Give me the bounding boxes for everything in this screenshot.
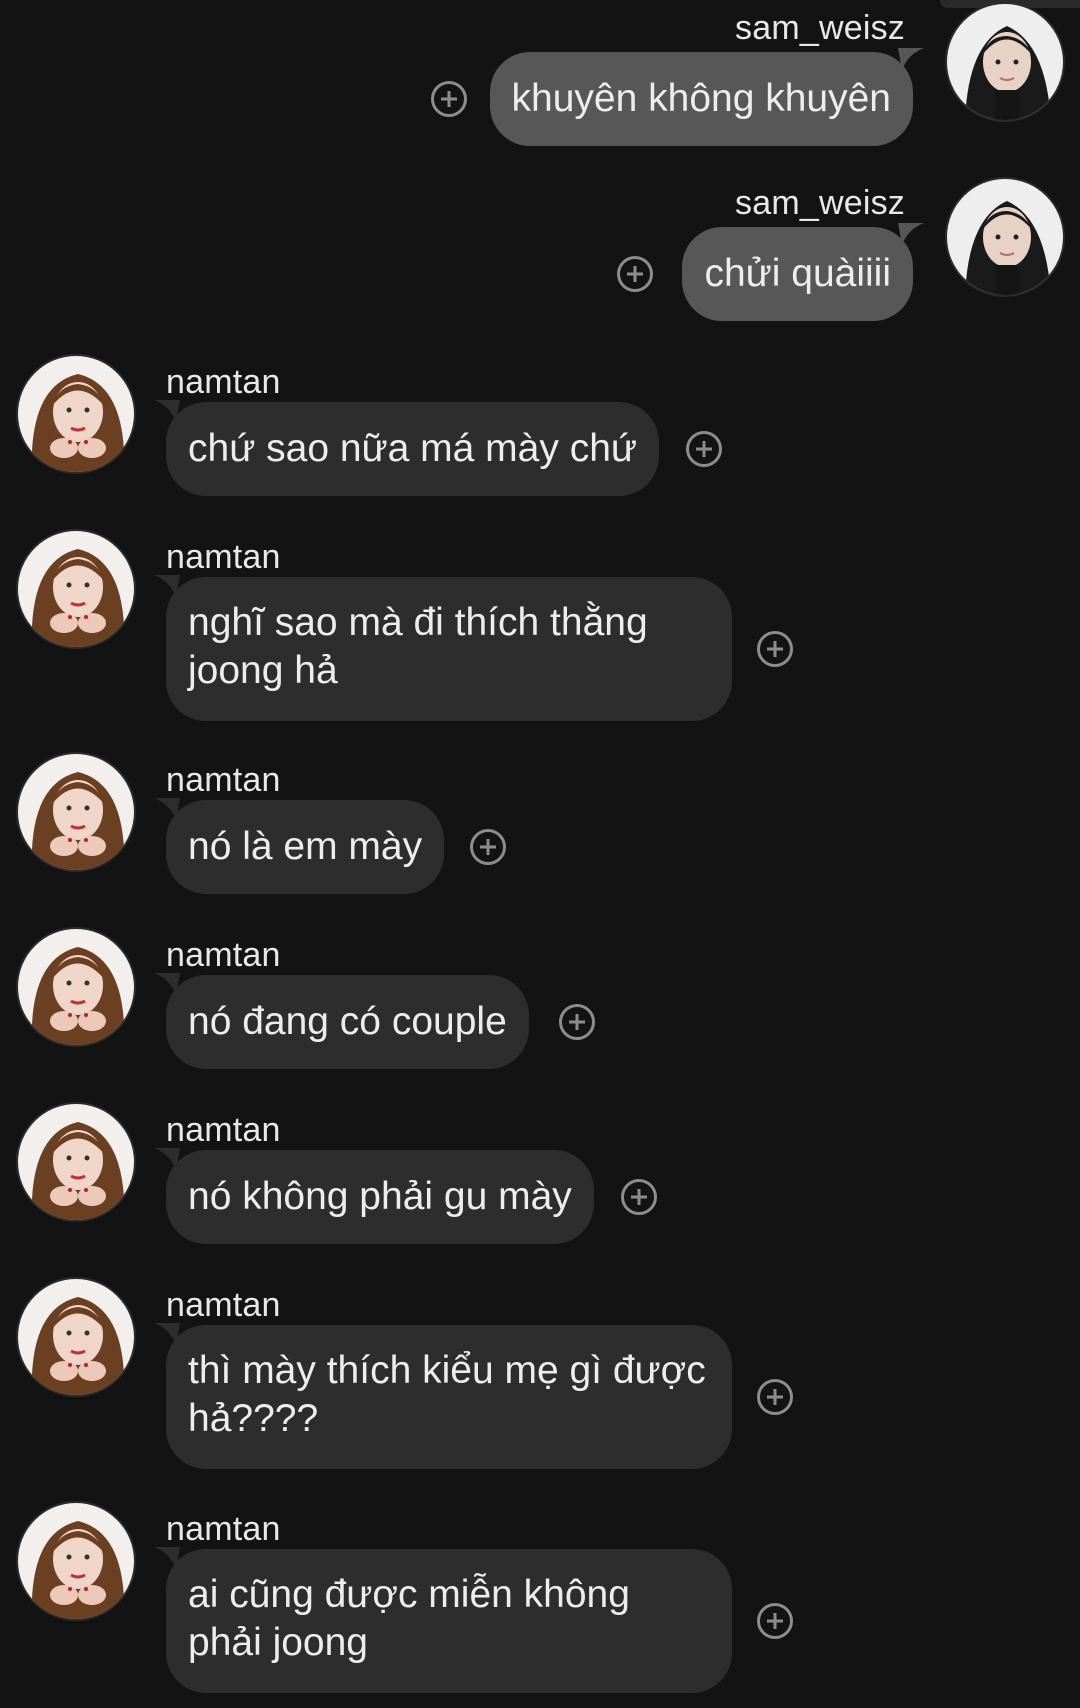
message-text-line-2: phải joong xyxy=(188,1621,368,1664)
avatar-namtan[interactable] xyxy=(16,354,136,474)
avatar-namtan[interactable] xyxy=(16,1501,136,1621)
add-reaction-icon[interactable] xyxy=(757,1379,793,1415)
sender-name: namtan xyxy=(166,1111,281,1149)
message-sam-2: sam_weisz chửi quàiiii xyxy=(0,175,1080,325)
message-text: nó đang có couple xyxy=(188,1000,507,1043)
message-namtan-5: namtan nó không phải gu mày xyxy=(0,1098,1080,1248)
sender-name: namtan xyxy=(166,1510,281,1548)
message-bubble[interactable]: chửi quàiiii xyxy=(682,227,913,321)
message-text: chửi quàiiii xyxy=(704,252,891,295)
message-namtan-7: namtan ai cũng được miễn không phải joon… xyxy=(0,1497,1080,1702)
message-bubble[interactable]: nghĩ sao mà đi thích thằng joong hả xyxy=(166,577,732,721)
message-namtan-2: namtan nghĩ sao mà đi thích thằng joong … xyxy=(0,525,1080,725)
sender-name: sam_weisz xyxy=(735,184,905,222)
message-bubble[interactable]: thì mày thích kiểu mẹ gì được hả???? xyxy=(166,1325,732,1469)
message-text-line-1: thì mày thích kiểu mẹ gì được xyxy=(188,1349,706,1392)
message-bubble[interactable]: nó đang có couple xyxy=(166,975,529,1069)
message-bubble[interactable]: nó không phải gu mày xyxy=(166,1150,594,1244)
message-text-line-2: hả???? xyxy=(188,1397,319,1440)
message-sam-1: sam_weisz khuyên không khuyên xyxy=(0,0,1080,150)
add-reaction-icon[interactable] xyxy=(470,829,506,865)
message-text: nó là em mày xyxy=(188,825,423,868)
avatar-namtan[interactable] xyxy=(16,529,136,649)
avatar-namtan[interactable] xyxy=(16,927,136,1047)
add-reaction-icon[interactable] xyxy=(686,431,722,467)
message-text: khuyên không khuyên xyxy=(511,77,891,120)
message-namtan-6: namtan thì mày thích kiểu mẹ gì được hả?… xyxy=(0,1273,1080,1473)
sender-name: namtan xyxy=(166,936,281,974)
sender-name: namtan xyxy=(166,761,281,799)
message-text: chứ sao nữa má mày chứ xyxy=(188,427,637,470)
message-bubble[interactable]: ai cũng được miễn không phải joong xyxy=(166,1549,732,1693)
add-reaction-icon[interactable] xyxy=(431,81,467,117)
avatar-namtan[interactable] xyxy=(16,1277,136,1397)
bubble-tail xyxy=(898,223,924,245)
add-reaction-icon[interactable] xyxy=(559,1004,595,1040)
sender-name: namtan xyxy=(166,538,281,576)
sender-name: namtan xyxy=(166,363,281,401)
sender-name: namtan xyxy=(166,1286,281,1324)
message-namtan-1: namtan chứ sao nữa má mày chứ xyxy=(0,350,1080,500)
add-reaction-icon[interactable] xyxy=(617,256,653,292)
add-reaction-icon[interactable] xyxy=(757,1603,793,1639)
message-bubble[interactable]: chứ sao nữa má mày chứ xyxy=(166,402,659,496)
message-text-line-2: joong hả xyxy=(188,649,338,692)
bubble-tail xyxy=(898,48,924,70)
avatar-sam-weisz[interactable] xyxy=(945,2,1065,122)
add-reaction-icon[interactable] xyxy=(621,1179,657,1215)
message-bubble[interactable]: nó là em mày xyxy=(166,800,445,894)
avatar-namtan[interactable] xyxy=(16,1102,136,1222)
add-reaction-icon[interactable] xyxy=(757,631,793,667)
message-bubble[interactable]: khuyên không khuyên xyxy=(489,52,913,146)
avatar-sam-weisz[interactable] xyxy=(945,177,1065,297)
message-text-line-1: ai cũng được miễn không xyxy=(188,1573,630,1616)
message-text-line-1: nghĩ sao mà đi thích thằng xyxy=(188,601,648,644)
avatar-namtan[interactable] xyxy=(16,752,136,872)
sender-name: sam_weisz xyxy=(735,9,905,47)
message-namtan-3: namtan nó là em mày xyxy=(0,748,1080,898)
message-text: nó không phải gu mày xyxy=(188,1175,572,1218)
message-namtan-4: namtan nó đang có couple xyxy=(0,923,1080,1073)
